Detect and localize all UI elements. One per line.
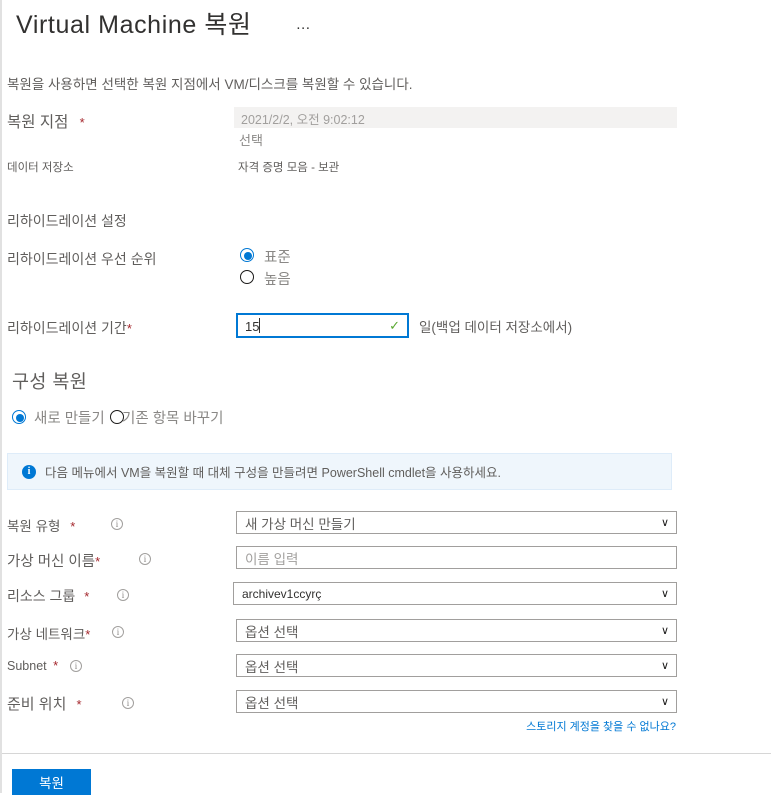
valid-check-icon: ✓ [389,318,400,333]
info-banner: i 다음 메뉴에서 VM을 복원할 때 대체 구성을 만들려면 PowerShe… [7,453,672,490]
field-vm-name-required-mark: * [95,554,101,569]
info-banner-message: 다음 메뉴에서 VM을 복원할 때 대체 구성을 만들려면 PowerShell… [45,466,501,480]
field-subnet-required-mark: * [53,658,59,673]
data-store-label: 데이터 저장소 [7,162,74,174]
field-subnet-select[interactable]: 옵션 선택 ∨ [236,654,677,677]
rehydration-duration-unit: 일(백업 데이터 저장소에서) [419,320,573,335]
more-menu-icon[interactable]: … [292,16,316,34]
restore-configuration-heading: 구성 복원 [12,371,88,392]
field-restore-type-label-text: 복원 유형 [7,519,61,534]
recovery-point-select-link[interactable]: 선택 [239,130,263,149]
field-vm-name-label: 가상 머신 이름* [7,550,100,571]
restore-button[interactable]: 복원 [12,769,91,795]
rehydration-duration-value: 15 [245,319,260,334]
field-vm-name-input[interactable]: 이름 입력 [236,546,677,569]
field-subnet-label-text: Subnet [7,659,47,673]
field-staging-location-value: 옵션 선택 [245,695,299,711]
rehydration-duration-required-mark: * [126,321,132,336]
field-staging-location-select[interactable]: 옵션 선택 ∨ [236,690,677,713]
field-virtual-network-label-text: 가상 네트워크 [7,627,86,642]
radio-priority-standard[interactable] [240,248,254,262]
field-resource-group-label-text: 리소스 그룹 [7,588,76,604]
data-store-value: 자격 증명 모음 - 보관 [238,162,340,174]
field-subnet-label: Subnet * [7,658,58,673]
radio-priority-standard-label: 표준 [264,250,291,266]
recovery-point-required-mark: * [79,115,85,130]
field-staging-location-label: 준비 위치 * [7,693,82,714]
rehydration-section-label: 리하이드레이션 설정 [7,213,127,229]
chevron-down-icon: ∨ [660,659,670,672]
radio-replace-existing-label: 기존 항목 바꾸기 [122,411,224,427]
field-virtual-network-label: 가상 네트워크* [7,623,90,643]
field-virtual-network-value: 옵션 선택 [245,624,299,640]
radio-create-new[interactable] [12,410,26,424]
field-resource-group-label: 리소스 그룹 * [7,586,89,606]
field-staging-location-label-text: 준비 위치 [7,696,67,713]
field-subnet-value: 옵션 선택 [245,659,299,675]
field-subnet-info-icon[interactable]: i [70,660,82,672]
info-icon: i [22,464,36,479]
storage-account-help-link[interactable]: 스토리지 계정을 찾을 수 없나요? [526,718,676,734]
field-resource-group-required-mark: * [84,589,90,604]
rehydration-priority-label: 리하이드레이션 우선 순위 [7,251,157,267]
field-staging-location-required-mark: * [76,697,82,712]
recovery-point-value: 2021/2/2, 오전 9:02:12 [241,113,365,127]
field-vm-name-info-icon[interactable]: i [139,553,151,565]
field-resource-group-value: archivev1ccyrç [242,586,322,601]
radio-create-new-label: 새로 만들기 [34,411,105,427]
field-vm-name-label-text: 가상 머신 이름 [7,554,96,570]
field-restore-type-label: 복원 유형 * [7,515,75,535]
field-staging-location-info-icon[interactable]: i [122,697,134,709]
page-title: Virtual Machine 복원 [16,11,252,39]
field-restore-type-value: 새 가상 머신 만들기 [245,516,356,532]
recovery-point-label-text: 복원 지점 [7,114,69,131]
field-restore-type-info-icon[interactable]: i [111,518,123,530]
footer-divider [2,753,771,754]
field-vm-name-placeholder: 이름 입력 [245,551,299,567]
chevron-down-icon: ∨ [660,695,670,708]
blade-description: 복원을 사용하면 선택한 복원 지점에서 VM/디스크를 복원할 수 있습니다. [7,77,413,92]
field-restore-type-required-mark: * [70,519,76,534]
rehydration-duration-input[interactable]: 15 ✓ [236,313,409,338]
chevron-down-icon: ∨ [660,587,670,600]
radio-priority-high-label: 높음 [264,272,291,288]
radio-priority-high[interactable] [240,270,254,284]
field-restore-type-select[interactable]: 새 가상 머신 만들기 ∨ [236,511,677,534]
chevron-down-icon: ∨ [660,624,670,637]
field-resource-group-select[interactable]: archivev1ccyrç ∨ [233,582,677,605]
text-caret [259,318,260,333]
field-virtual-network-info-icon[interactable]: i [112,626,124,638]
restore-blade: Virtual Machine 복원 … 복원을 사용하면 선택한 복원 지점에… [0,0,771,795]
rehydration-duration-label: 리하이드레이션 기간* [7,318,132,338]
chevron-down-icon: ∨ [660,516,670,529]
recovery-point-label: 복원 지점 * [7,110,85,132]
field-resource-group-info-icon[interactable]: i [117,589,129,601]
blade-header: Virtual Machine 복원 … [16,8,316,42]
rehydration-duration-label-text: 리하이드레이션 기간 [7,320,127,336]
field-virtual-network-select[interactable]: 옵션 선택 ∨ [236,619,677,642]
field-virtual-network-required-mark: * [85,627,91,642]
